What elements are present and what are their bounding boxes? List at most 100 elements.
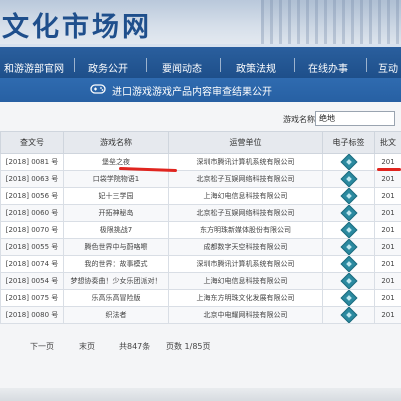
- results-table: 查文号 游戏名称 运营单位 电子标签 批文 [2018] 0081 号 堡垒之夜…: [0, 131, 401, 324]
- game-name-cell[interactable]: 开拓神秘岛: [63, 204, 169, 222]
- operator-cell: 深圳市腾讯计算机系统有限公司: [168, 255, 323, 273]
- operator-cell: 东方明珠新媒体股份有限公司: [168, 221, 323, 239]
- nav-item-online-services[interactable]: 在线办事: [308, 60, 348, 75]
- approval-date-cell: 201: [374, 204, 401, 222]
- table-row[interactable]: [2018] 0055 号 腾色世界中与蔚咯嚓 成都数字天空科技有限公司 201: [0, 238, 401, 256]
- e-label-badge-icon[interactable]: [340, 239, 357, 255]
- nav-divider: [294, 58, 295, 72]
- table-row[interactable]: [2018] 0054 号 梦想协奏曲！少女乐团派对！ 上海幻电信息科技有限公司…: [0, 272, 401, 290]
- game-name-search-input[interactable]: [315, 111, 395, 126]
- table-row[interactable]: [2018] 0063 号 口袋学院物语1 北京松子互娱网络科技有限公司 201: [0, 170, 401, 188]
- e-label-cell: [322, 153, 375, 171]
- approval-date-cell: 201: [374, 187, 401, 205]
- page-indicator: 页数 1/85页: [166, 342, 211, 351]
- last-page-link[interactable]: 末页: [79, 341, 95, 352]
- e-label-badge-icon[interactable]: [340, 290, 357, 306]
- nav-divider: [74, 58, 75, 72]
- approval-date-cell: 201: [374, 255, 401, 273]
- e-label-cell: [322, 204, 375, 222]
- column-header-operator: 运营单位: [168, 131, 323, 154]
- e-label-cell: [322, 221, 375, 239]
- column-header-approval-number: 查文号: [0, 131, 64, 154]
- game-name-cell[interactable]: 腾色世界中与蔚咯嚓: [63, 238, 169, 256]
- e-label-cell: [322, 289, 375, 307]
- e-label-badge-icon[interactable]: [340, 307, 357, 323]
- e-label-cell: [322, 306, 375, 324]
- gamepad-icon: [90, 84, 106, 94]
- operator-cell: 北京中电耀网科技有限公司: [168, 306, 323, 324]
- table-row[interactable]: [2018] 0060 号 开拓神秘岛 北京松子互娱网络科技有限公司 201: [0, 204, 401, 222]
- operator-cell: 北京松子互娱网络科技有限公司: [168, 204, 323, 222]
- table-row[interactable]: [2018] 0080 号 织法者 北京中电耀网科技有限公司 201: [0, 306, 401, 324]
- nav-item-ministry[interactable]: 和游游部官网: [4, 60, 64, 75]
- footer-strip: [0, 388, 401, 401]
- nav-item-policies[interactable]: 政策法规: [236, 60, 276, 75]
- approval-number-cell: [2018] 0081 号: [0, 153, 64, 171]
- approval-date-cell: 201: [374, 272, 401, 290]
- operator-cell: 上海幻电信息科技有限公司: [168, 187, 323, 205]
- column-header-e-label: 电子标签: [322, 131, 375, 154]
- table-row[interactable]: [2018] 0074 号 我的世界：故事模式 深圳市腾讯计算机系统有限公司 2…: [0, 255, 401, 273]
- approval-number-cell: [2018] 0080 号: [0, 306, 64, 324]
- site-banner: 文化市场网: [0, 0, 401, 44]
- section-header: 进口游戏游戏产品内容审查结果公开: [0, 78, 401, 102]
- game-name-cell[interactable]: 口袋学院物语1: [63, 170, 169, 188]
- approval-number-cell: [2018] 0063 号: [0, 170, 64, 188]
- table-header-row: 查文号 游戏名称 运营单位 电子标签 批文: [0, 131, 401, 154]
- nav-item-government-affairs[interactable]: 政务公开: [88, 60, 128, 75]
- main-nav: 和游游部官网 政务公开 要闻动态 政策法规 在线办事 互动: [0, 44, 401, 78]
- game-name-cell[interactable]: 梦想协奏曲！少女乐团派对！: [63, 272, 169, 290]
- game-name-cell[interactable]: 极限挑战7: [63, 221, 169, 239]
- nav-divider: [146, 58, 147, 72]
- column-header-approval-date: 批文: [374, 131, 401, 154]
- operator-cell: 上海东方明珠文化发展有限公司: [168, 289, 323, 307]
- e-label-cell: [322, 187, 375, 205]
- approval-number-cell: [2018] 0070 号: [0, 221, 64, 239]
- banner-building-graphic: [261, 0, 401, 44]
- approval-number-cell: [2018] 0054 号: [0, 272, 64, 290]
- e-label-badge-icon[interactable]: [340, 188, 357, 204]
- total-count: 共847条: [119, 342, 151, 351]
- e-label-badge-icon[interactable]: [340, 171, 357, 187]
- section-title: 进口游戏游戏产品内容审查结果公开: [112, 87, 272, 98]
- approval-number-cell: [2018] 0055 号: [0, 238, 64, 256]
- nav-divider: [220, 58, 221, 72]
- table-row[interactable]: [2018] 0070 号 极限挑战7 东方明珠新媒体股份有限公司 201: [0, 221, 401, 239]
- game-name-cell[interactable]: 织法者: [63, 306, 169, 324]
- game-name-cell[interactable]: 妃十三学园: [63, 187, 169, 205]
- game-name-cell[interactable]: 我的世界：故事模式: [63, 255, 169, 273]
- nav-item-news[interactable]: 要闻动态: [162, 60, 202, 75]
- red-annotation-underline-date: [377, 168, 401, 171]
- approval-date-cell: 201: [374, 289, 401, 307]
- approval-date-cell: 201: [374, 170, 401, 188]
- operator-cell: 北京松子互娱网络科技有限公司: [168, 170, 323, 188]
- e-label-cell: [322, 238, 375, 256]
- next-page-link[interactable]: 下一页: [30, 341, 54, 352]
- e-label-badge-icon[interactable]: [340, 222, 357, 238]
- approval-date-cell: 201: [374, 238, 401, 256]
- approval-number-cell: [2018] 0074 号: [0, 255, 64, 273]
- e-label-badge-icon[interactable]: [340, 205, 357, 221]
- operator-cell: 成都数字天空科技有限公司: [168, 238, 323, 256]
- e-label-cell: [322, 170, 375, 188]
- table-row[interactable]: [2018] 0075 号 乐高乐高冒险版 上海东方明珠文化发展有限公司 201: [0, 289, 401, 307]
- operator-cell: 深圳市腾讯计算机系统有限公司: [168, 153, 323, 171]
- e-label-badge-icon[interactable]: [340, 256, 357, 272]
- table-row[interactable]: [2018] 0056 号 妃十三学园 上海幻电信息科技有限公司 201: [0, 187, 401, 205]
- approval-date-cell: 201: [374, 306, 401, 324]
- search-label: 游戏名称:: [283, 115, 318, 124]
- operator-cell: 上海幻电信息科技有限公司: [168, 272, 323, 290]
- column-header-game-name: 游戏名称: [63, 131, 169, 154]
- approval-date-cell: 201: [374, 221, 401, 239]
- e-label-cell: [322, 272, 375, 290]
- e-label-badge-icon[interactable]: [340, 154, 357, 170]
- table-row[interactable]: [2018] 0081 号 堡垒之夜 深圳市腾讯计算机系统有限公司 201: [0, 153, 401, 171]
- nav-item-interaction[interactable]: 互动: [378, 60, 398, 75]
- game-name-cell[interactable]: 乐高乐高冒险版: [63, 289, 169, 307]
- e-label-badge-icon[interactable]: [340, 273, 357, 289]
- site-title: 文化市场网: [2, 12, 152, 43]
- approval-number-cell: [2018] 0056 号: [0, 187, 64, 205]
- approval-number-cell: [2018] 0075 号: [0, 289, 64, 307]
- e-label-cell: [322, 255, 375, 273]
- nav-divider: [366, 58, 367, 72]
